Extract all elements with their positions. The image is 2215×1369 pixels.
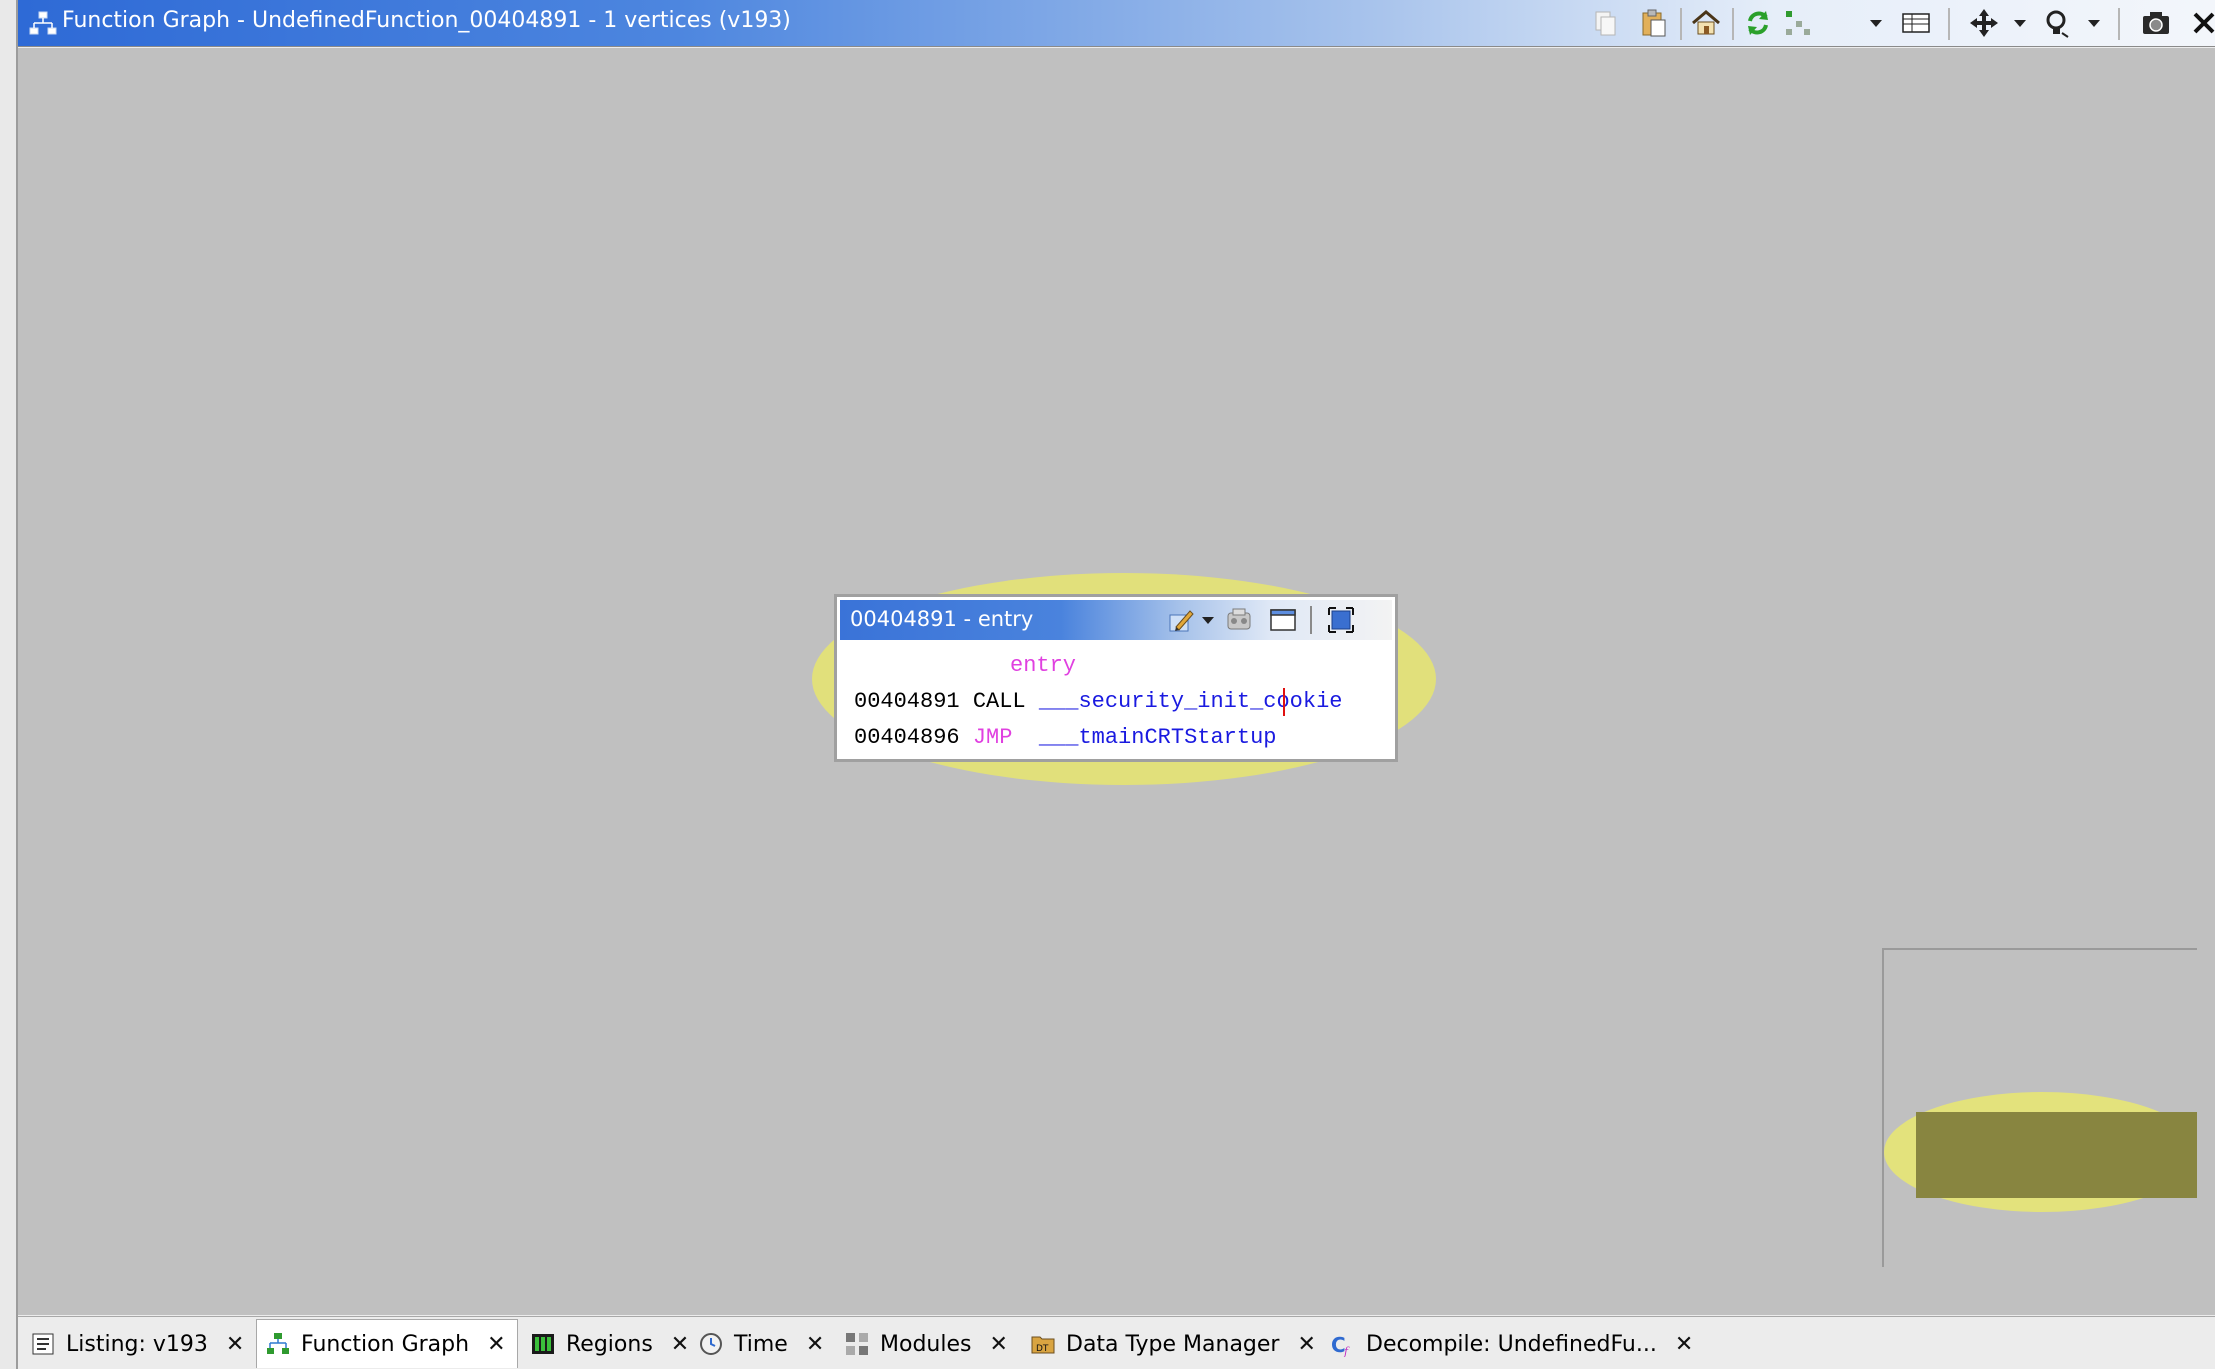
instruction-row[interactable]: 00404891 CALL ___security_init_cookie [854,687,1343,717]
tab-close-icon[interactable]: ✕ [989,1332,1007,1357]
instruction-mnemonic: JMP [972,725,1013,750]
tab-label: Listing: v193 [66,1331,208,1357]
tab-listing[interactable]: Listing: v193 ✕ [22,1323,252,1365]
home-icon[interactable] [1688,6,1724,40]
function-graph-icon [29,11,57,35]
satellite-vertex[interactable] [1916,1112,2197,1198]
format-icon[interactable] [1898,6,1934,40]
tab-label: Decompile: UndefinedFu... [1366,1331,1657,1357]
instruction-address: 00404891 [854,689,960,714]
text-cursor [1283,688,1285,716]
instruction-operand[interactable]: ___tmainCRTStartup [1039,725,1277,750]
full-view-icon[interactable] [1324,605,1358,635]
vertex-header[interactable]: 00404891 - entry [840,600,1392,640]
left-window-edge [0,0,18,1369]
graph-vertex[interactable]: 00404891 - entry entry 00404891 CALL ___… [834,594,1398,762]
tab-label: Function Graph [301,1331,470,1357]
navigate-dropdown-icon[interactable] [2014,20,2026,27]
tab-close-icon[interactable]: ✕ [226,1332,244,1357]
tab-decompile[interactable]: Cf Decompile: UndefinedFu... ✕ [1322,1323,1693,1365]
decompile-icon: Cf [1331,1333,1350,1357]
navigate-icon[interactable] [1966,6,2002,40]
hover-dropdown-icon[interactable] [2088,20,2100,27]
tab-close-icon[interactable]: ✕ [806,1332,824,1357]
tab-regions[interactable]: Regions ✕ [522,1323,689,1365]
maximize-view-icon[interactable] [1266,605,1300,635]
tab-time[interactable]: Time ✕ [690,1323,832,1365]
listing-icon [32,1333,54,1355]
tab-close-icon[interactable]: ✕ [671,1332,689,1357]
tab-label: Regions [566,1331,653,1357]
window-title: Function Graph - UndefinedFunction_00404… [62,8,791,33]
tab-label: Data Type Manager [1066,1331,1280,1357]
instruction-row[interactable]: 00404896 JMP ___tmainCRTStartup [854,723,1276,753]
tab-close-icon[interactable]: ✕ [1675,1332,1693,1357]
group-icon[interactable] [1222,605,1256,635]
vertex-title: 00404891 - entry [850,607,1034,631]
vertex-listing[interactable]: entry 00404891 CALL ___security_init_coo… [840,647,1392,756]
tab-label: Time [734,1331,788,1357]
regions-icon [532,1334,554,1354]
hover-icon[interactable] [2040,6,2076,40]
function-graph-titlebar: Function Graph - UndefinedFunction_00404… [18,0,2215,47]
svg-text:DT: DT [1036,1344,1049,1354]
instruction-mnemonic: CALL [972,689,1026,714]
close-icon[interactable] [2186,6,2215,40]
refresh-icon[interactable] [1740,6,1776,40]
function-label[interactable]: entry [1010,651,1076,681]
tab-close-icon[interactable]: ✕ [1297,1332,1315,1357]
snapshot-icon[interactable] [2138,6,2174,40]
layout-dropdown-icon[interactable] [1870,20,1882,27]
modules-icon [846,1333,868,1355]
svg-text:f: f [1343,1345,1350,1357]
data-type-icon: DT [1031,1336,1055,1354]
function-graph-icon [267,1333,289,1354]
tab-close-icon[interactable]: ✕ [487,1332,505,1357]
edit-label-icon[interactable] [1164,605,1198,635]
copy-icon[interactable] [1588,6,1624,40]
tab-modules[interactable]: Modules ✕ [836,1323,1018,1365]
instruction-operand[interactable]: ___security_init_cookie [1039,689,1343,714]
tab-label: Modules [880,1331,972,1357]
paste-icon[interactable] [1636,6,1672,40]
clock-icon [700,1333,722,1355]
bottom-tab-bar: Listing: v193 ✕ Function Graph ✕ Regions… [18,1316,2215,1369]
tab-function-graph[interactable]: Function Graph ✕ [256,1319,518,1368]
edit-label-dropdown-icon[interactable] [1202,617,1214,624]
instruction-address: 00404896 [854,725,960,750]
tab-data-type-manager[interactable]: DT Data Type Manager ✕ [1022,1323,1318,1365]
satellite-view[interactable] [1882,948,2197,1267]
layout-icon[interactable] [1780,6,1816,40]
